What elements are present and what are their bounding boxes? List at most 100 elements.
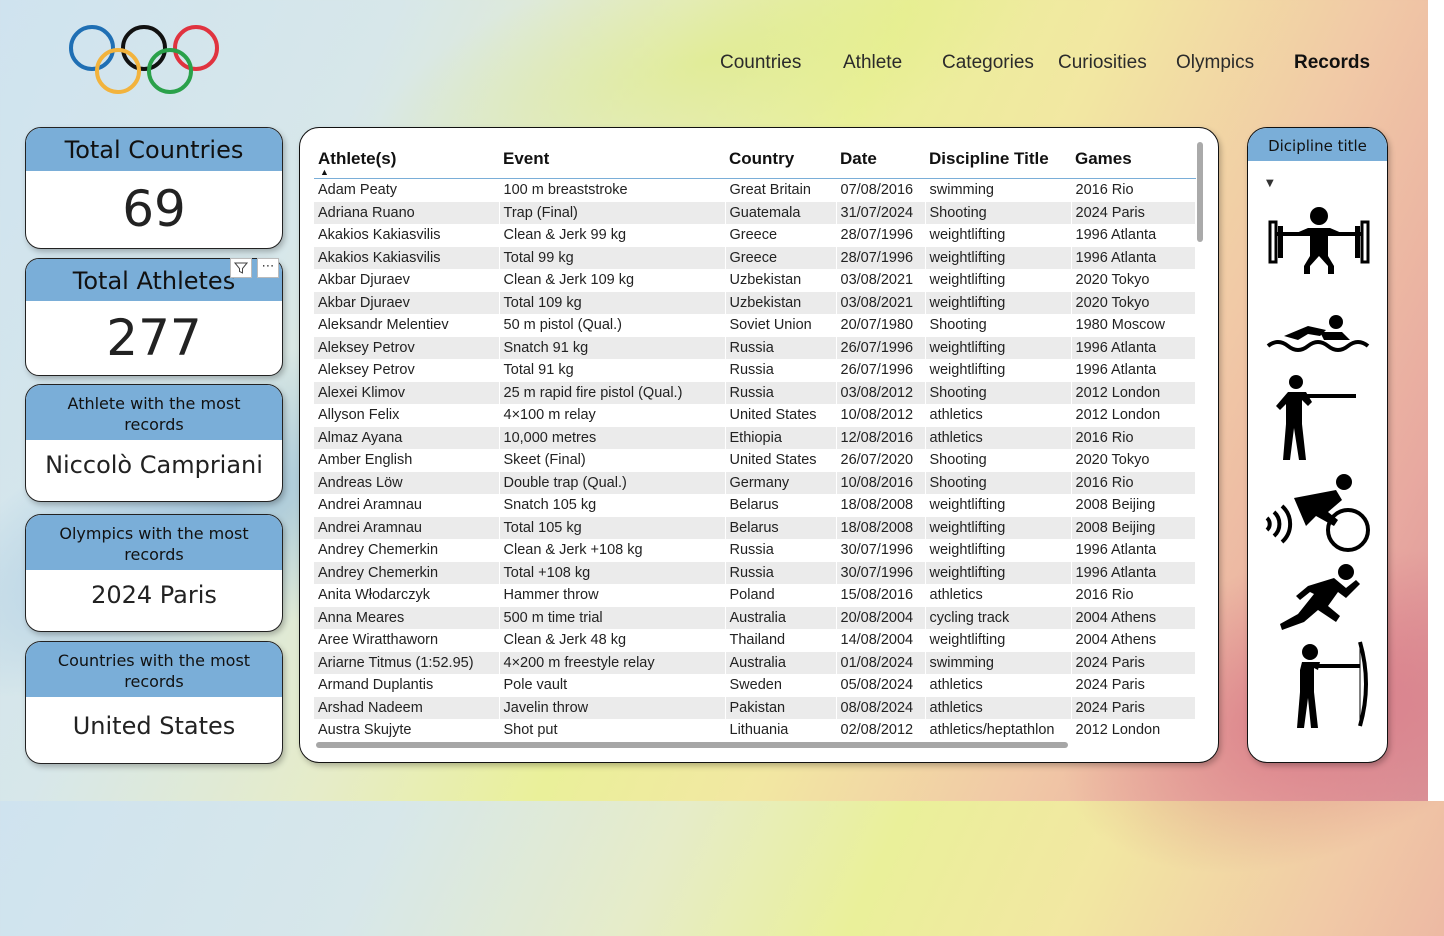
vertical-scrollbar[interactable] xyxy=(1197,142,1203,242)
cell-date: 03/08/2021 xyxy=(836,269,926,292)
cell-discipline: swimming xyxy=(925,178,1072,202)
column-header-games[interactable]: Games xyxy=(1071,140,1195,179)
table-row[interactable]: Arshad Nadeem Javelin throw Pakistan 08/08/… xyxy=(314,696,1196,719)
cell-date: 08/08/2024 xyxy=(836,696,926,719)
cell-games: 2024 Paris xyxy=(1071,201,1196,224)
table-row[interactable]: Amber English Skeet (Final) United States 2… xyxy=(314,449,1196,472)
table-row[interactable]: Andrei Aramnau Total 105 kg Belarus 18/08/2… xyxy=(314,516,1196,539)
cell-games: 2020 Tokyo xyxy=(1071,291,1196,314)
cell-date: 20/08/2004 xyxy=(836,606,926,629)
cell-athlete: Almaz Ayana xyxy=(314,426,500,449)
records-table-panel[interactable]: Athlete(s) ▲ Event Country Date Disciplin… xyxy=(299,127,1219,763)
athlete-most-records-card[interactable]: Athlete with the most records Niccolò Ca… xyxy=(25,384,283,502)
card-value: United States xyxy=(72,712,236,740)
column-header-discipline[interactable]: Discipline Title xyxy=(925,140,1071,179)
cell-country: Russia xyxy=(725,539,837,562)
cell-date: 02/08/2012 xyxy=(836,719,926,742)
cell-event: Trap (Final) xyxy=(499,201,726,224)
cell-games: 1996 Atlanta xyxy=(1071,359,1196,382)
column-header-date[interactable]: Date xyxy=(836,140,925,179)
nav-athlete[interactable]: Athlete xyxy=(843,52,902,78)
cell-games: 2024 Paris xyxy=(1071,674,1196,697)
olympics-most-records-card[interactable]: Olympics with the most records 2024 Pari… xyxy=(25,514,283,632)
cell-games: 2012 London xyxy=(1071,404,1196,427)
table-row[interactable]: Adam Peaty 100 m breaststroke Great Britai… xyxy=(314,178,1196,202)
cell-games: 2008 Beijing xyxy=(1071,516,1196,539)
cell-date: 26/07/1996 xyxy=(836,336,926,359)
cell-date: 12/08/2016 xyxy=(836,426,926,449)
table-row[interactable]: Armand Duplantis Pole vault Sweden 05/08/20… xyxy=(314,674,1196,697)
athletics-icon[interactable] xyxy=(1264,550,1374,646)
table-row[interactable]: Adriana Ruano Trap (Final) Guatemala 31/07/… xyxy=(314,201,1196,224)
table-row[interactable]: Akakios Kakiasvilis Total 99 kg Greece 28/0… xyxy=(314,246,1196,269)
cell-discipline: cycling track xyxy=(925,606,1072,629)
cell-athlete: Aree Wiratthaworn xyxy=(314,629,500,652)
cell-country: Great Britain xyxy=(725,178,837,202)
nav-records[interactable]: Records xyxy=(1294,52,1370,78)
table-row[interactable]: Aree Wiratthaworn Clean & Jerk 48 kg Thail… xyxy=(314,629,1196,652)
card-value: 69 xyxy=(122,180,186,238)
chevron-down-icon[interactable]: ▼ xyxy=(1266,178,1274,189)
visual-header-tools: ⋯ xyxy=(230,258,282,278)
cell-games: 1996 Atlanta xyxy=(1071,539,1196,562)
table-row[interactable]: Allyson Felix 4×100 m relay United States 1… xyxy=(314,404,1196,427)
cell-country: United States xyxy=(725,449,837,472)
column-header-event[interactable]: Event xyxy=(499,140,725,179)
cell-country: Uzbekistan xyxy=(725,291,837,314)
card-title-line: records xyxy=(124,545,184,564)
filter-icon[interactable] xyxy=(230,258,252,278)
table-row[interactable]: Anna Meares 500 m time trial Australia 20/0… xyxy=(314,606,1196,629)
cell-country: Poland xyxy=(725,584,837,607)
table-row[interactable]: Andrey Chemerkin Clean & Jerk +108 kg Russ… xyxy=(314,539,1196,562)
discipline-slicer[interactable]: Dicipline title ▼ xyxy=(1247,127,1388,763)
cell-athlete: Aleksey Petrov xyxy=(314,359,500,382)
table-row[interactable]: Aleksey Petrov Snatch 91 kg Russia 26/07/19… xyxy=(314,336,1196,359)
weightlifting-icon[interactable] xyxy=(1264,200,1374,296)
cell-event: Clean & Jerk 99 kg xyxy=(499,224,726,247)
table-row[interactable]: Ariarne Titmus (1:52.95) 4×200 m freestyl… xyxy=(314,651,1196,674)
slicer-title: Dicipline title xyxy=(1248,128,1387,161)
cell-athlete: Andreas Löw xyxy=(314,471,500,494)
table-row[interactable]: Akbar Djuraev Total 109 kg Uzbekistan 03/08… xyxy=(314,291,1196,314)
cell-country: Russia xyxy=(725,381,837,404)
table-row[interactable]: Anita Włodarczyk Hammer throw Poland 15/08/… xyxy=(314,584,1196,607)
window-edge xyxy=(1428,0,1444,801)
table-row[interactable]: Aleksey Petrov Total 91 kg Russia 26/07/199… xyxy=(314,359,1196,382)
table-row[interactable]: Akakios Kakiasvilis Clean & Jerk 99 kg Gre… xyxy=(314,224,1196,247)
cell-country: Belarus xyxy=(725,516,837,539)
cell-athlete: Alexei Klimov xyxy=(314,381,500,404)
table-row[interactable]: Andreas Löw Double trap (Qual.) Germany 10/… xyxy=(314,471,1196,494)
cell-country: Soviet Union xyxy=(725,314,837,337)
cell-date: 15/08/2016 xyxy=(836,584,926,607)
more-options-icon[interactable]: ⋯ xyxy=(257,258,279,278)
nav-countries[interactable]: Countries xyxy=(720,52,801,78)
table-row[interactable]: Austra Skujyte Shot put Lithuania 02/08/201… xyxy=(314,719,1196,742)
cell-discipline: weightlifting xyxy=(925,269,1072,292)
cell-games: 2024 Paris xyxy=(1071,696,1196,719)
horizontal-scrollbar[interactable] xyxy=(316,742,1068,748)
countries-most-records-card[interactable]: Countries with the most records United S… xyxy=(25,641,283,764)
cell-date: 26/07/1996 xyxy=(836,359,926,382)
table-row[interactable]: Andrey Chemerkin Total +108 kg Russia 30/07… xyxy=(314,561,1196,584)
cell-discipline: Shooting xyxy=(925,381,1072,404)
table-row[interactable]: Aleksandr Melentiev 50 m pistol (Qual.) So… xyxy=(314,314,1196,337)
nav-categories[interactable]: Categories xyxy=(942,52,1034,78)
nav-curiosities[interactable]: Curiosities xyxy=(1058,52,1147,78)
table-row[interactable]: Akbar Djuraev Clean & Jerk 109 kg Uzbekist… xyxy=(314,269,1196,292)
column-header-country[interactable]: Country xyxy=(725,140,836,179)
total-countries-card[interactable]: Total Countries 69 xyxy=(25,127,283,249)
archery-icon[interactable] xyxy=(1264,636,1374,732)
table-row[interactable]: Almaz Ayana 10,000 metres Ethiopia 12/08/20… xyxy=(314,426,1196,449)
cell-date: 07/08/2016 xyxy=(836,178,926,202)
cell-country: Uzbekistan xyxy=(725,269,837,292)
cell-games: 2020 Tokyo xyxy=(1071,449,1196,472)
table-row[interactable]: Andrei Aramnau Snatch 105 kg Belarus 18/08/… xyxy=(314,494,1196,517)
nav-olympics[interactable]: Olympics xyxy=(1176,52,1254,78)
cell-event: 100 m breaststroke xyxy=(499,178,726,202)
cell-discipline: swimming xyxy=(925,651,1072,674)
cell-date: 28/07/1996 xyxy=(836,224,926,247)
cell-discipline: athletics xyxy=(925,426,1072,449)
shooting-icon[interactable] xyxy=(1264,372,1374,468)
table-row[interactable]: Alexei Klimov 25 m rapid fire pistol (Qua… xyxy=(314,381,1196,404)
column-header-athletes[interactable]: Athlete(s) ▲ xyxy=(314,140,499,179)
